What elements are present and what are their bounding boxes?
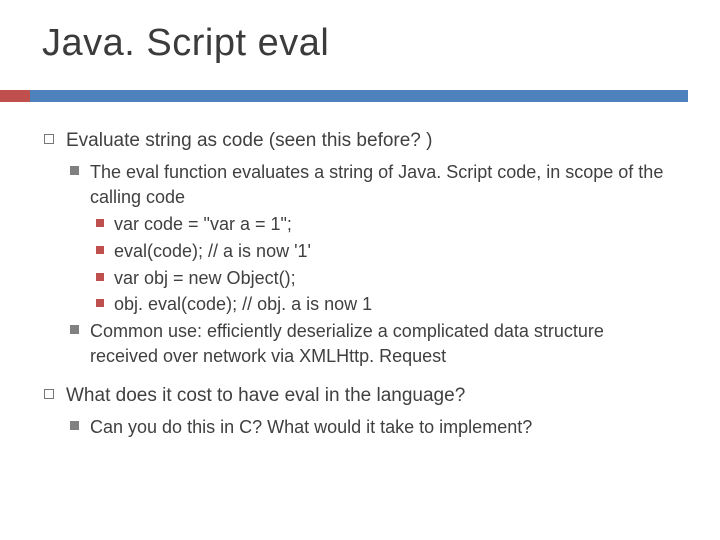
bullet-lvl3: eval(code); // a is now '1' (96, 239, 676, 264)
bullet-lvl3: var obj = new Object(); (96, 266, 676, 291)
slide-content: Evaluate string as code (seen this befor… (44, 128, 676, 442)
bullet-lvl3: var code = "var a = 1"; (96, 212, 676, 237)
bullet-text: var obj = new Object(); (114, 268, 296, 288)
bullet-lvl2: Can you do this in C? What would it take… (70, 415, 676, 440)
bullet-lvl2: Common use: efficiently deserialize a co… (70, 319, 676, 369)
bullet-text: var code = "var a = 1"; (114, 214, 292, 234)
bullet-text: eval(code); // a is now '1' (114, 241, 311, 261)
accent-tab (0, 90, 30, 102)
bullet-text: obj. eval(code); // obj. a is now 1 (114, 294, 372, 314)
slide-title: Java. Script eval (42, 22, 329, 65)
bullet-text: What does it cost to have eval in the la… (66, 385, 465, 406)
bullet-text: Common use: efficiently deserialize a co… (90, 321, 604, 366)
bullet-lvl1: Evaluate string as code (seen this befor… (44, 128, 676, 154)
bullet-lvl1: What does it cost to have eval in the la… (44, 383, 676, 409)
bullet-text: The eval function evaluates a string of … (90, 162, 663, 207)
bullet-text: Evaluate string as code (seen this befor… (66, 130, 432, 151)
bullet-lvl2: The eval function evaluates a string of … (70, 160, 676, 210)
bullet-text: Can you do this in C? What would it take… (90, 417, 532, 437)
accent-bar (30, 90, 688, 102)
slide: Java. Script eval Evaluate string as cod… (0, 0, 720, 540)
bullet-lvl3: obj. eval(code); // obj. a is now 1 (96, 292, 676, 317)
